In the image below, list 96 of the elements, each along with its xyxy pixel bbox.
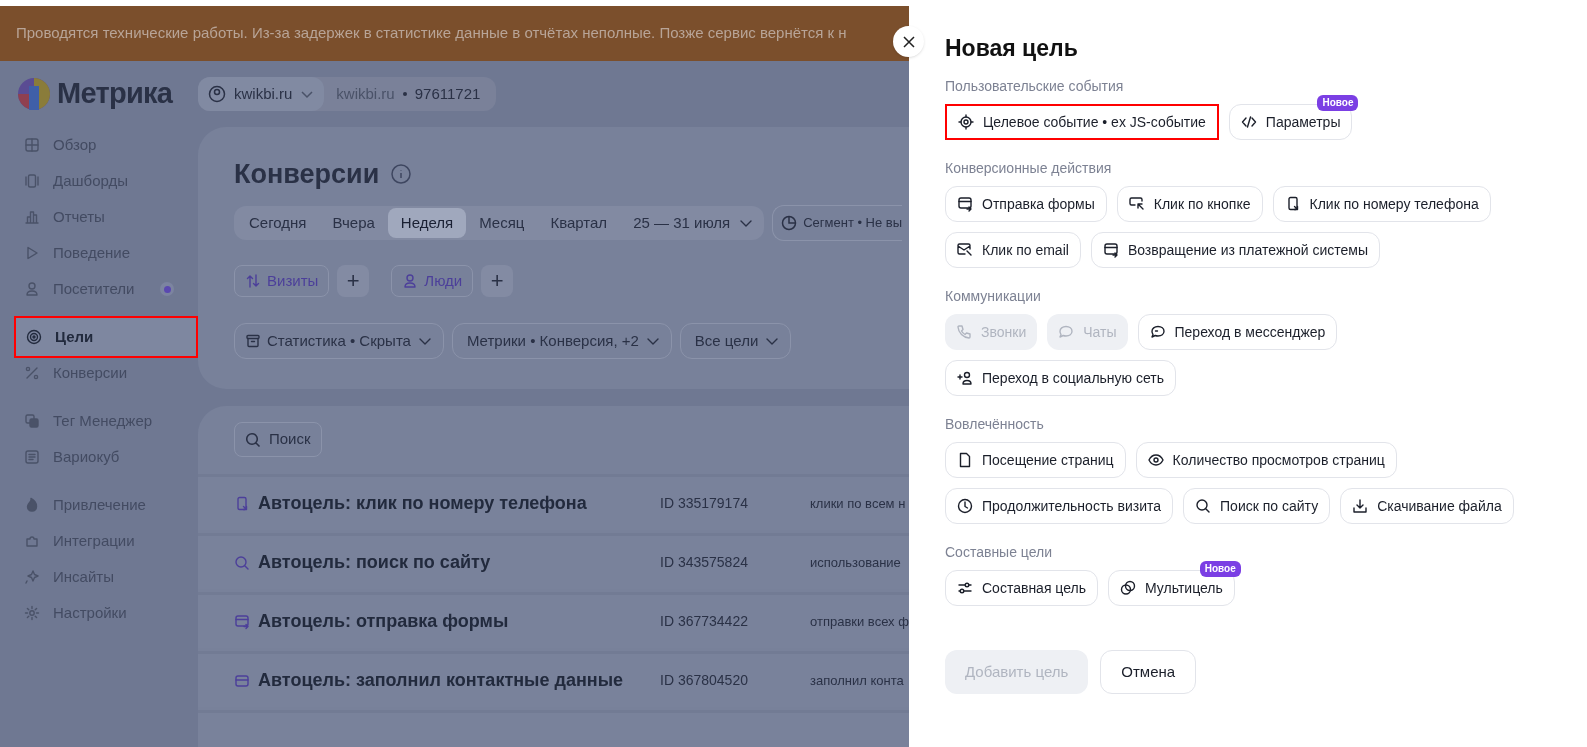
goal-id: ID 367804520	[660, 671, 749, 690]
notice-text: Проводятся технические работы. Из-за задержек в статистике данные в отчётах неполные. Позже сервис вернётся к н	[16, 23, 847, 44]
section-title: Составные цели	[945, 543, 1054, 562]
goal-type-button[interactable]: Отправка формы	[945, 186, 1107, 222]
person-add-icon	[957, 370, 973, 386]
goal-title: Автоцель: клик по номеру телефона	[258, 492, 588, 515]
target-icon	[958, 114, 974, 130]
goal-title: Автоцель: отправка формы	[258, 610, 510, 633]
cancel-button[interactable]: Отмена	[1100, 650, 1197, 694]
bar-chart-icon	[24, 209, 40, 225]
new-badge: Новое	[1199, 561, 1241, 577]
panel-title: Новая цель	[945, 34, 1079, 63]
goal-id: ID 367734422	[660, 612, 749, 631]
goal-type-button[interactable]: Переход в социальную сеть	[945, 360, 1176, 396]
envelope-icon	[957, 242, 973, 258]
goal-title: Автоцель: поиск по сайту	[258, 551, 492, 574]
goal-title: Автоцель: заполнил контактные данные	[258, 669, 625, 692]
section-title: Пользовательские события	[945, 77, 1125, 96]
sliders-icon	[957, 580, 973, 596]
grouping-button[interactable]: Визиты	[234, 265, 330, 297]
goal-type-button[interactable]: Клик по email	[945, 232, 1081, 268]
date-range-button[interactable]: 25 — 31 июля	[620, 208, 763, 238]
arrows-icon	[245, 273, 261, 289]
filter-button[interactable]: Статистика • Скрыта	[234, 323, 444, 359]
section-title: Коммуникации	[945, 287, 1042, 306]
download-icon	[1352, 498, 1369, 514]
form-icon	[234, 613, 250, 630]
period-tab[interactable]: Квартал	[537, 208, 621, 238]
person-icon	[402, 273, 419, 289]
goal-id: ID 343575824	[660, 553, 749, 572]
section-title: Конверсионные действия	[945, 159, 1113, 178]
add-button[interactable]: +	[337, 265, 370, 297]
page-title: Конверсии	[234, 157, 380, 191]
filter-button[interactable]: Метрики • Конверсия, +2	[451, 323, 672, 359]
close-icon	[902, 35, 915, 48]
sidebar-item[interactable]: Цели	[14, 316, 198, 358]
phone-handset-icon	[956, 324, 972, 340]
search-icon	[234, 554, 250, 571]
form-icon	[1102, 242, 1119, 258]
cursor-icon	[1128, 196, 1145, 212]
segment-button[interactable]: Сегмент • Не вы	[772, 205, 903, 241]
overlap-icon	[1120, 580, 1136, 596]
card-icon	[234, 672, 250, 689]
goal-type-button[interactable]: Возвращение из платежной системы	[1090, 232, 1381, 268]
goal-description: использование	[810, 553, 901, 572]
goal-type-button[interactable]: Количество просмотров страниц	[1135, 442, 1397, 478]
add-button[interactable]: +	[481, 265, 514, 297]
goal-type-button[interactable]: Клик по кнопке	[1116, 186, 1263, 222]
search-field[interactable]: Поиск	[234, 422, 322, 457]
counter-id: 97611721	[414, 83, 482, 104]
pie-icon	[781, 215, 798, 231]
code-icon	[1240, 114, 1257, 130]
goal-type-button[interactable]: Переход в мессенджер	[1137, 314, 1338, 350]
info-icon	[391, 164, 412, 184]
filter-button[interactable]: Все цели	[679, 323, 792, 359]
sparkle-icon	[24, 569, 40, 585]
grid-icon	[24, 137, 40, 153]
goal-description: клики по всем н	[810, 494, 906, 513]
form-icon	[957, 196, 973, 212]
clock-icon	[957, 498, 973, 514]
goal-type-button[interactable]: Поиск по сайту	[1183, 488, 1331, 524]
percent-icon	[24, 365, 40, 381]
list-icon	[24, 449, 40, 465]
goal-id: ID 335179174	[660, 494, 749, 513]
site-icon	[208, 85, 226, 103]
site-name: kwikbi.ru	[234, 83, 293, 104]
search-icon	[1195, 498, 1212, 514]
goal-description: отправки всех ф	[810, 612, 909, 631]
goal-type-button[interactable]: Продолжительность визита	[945, 488, 1174, 524]
eye-icon	[1147, 452, 1164, 468]
period-tab[interactable]: Неделя	[387, 208, 467, 238]
search-icon	[245, 431, 261, 448]
period-tab[interactable]: Сегодня	[236, 208, 320, 238]
squares-icon	[24, 413, 40, 429]
grouping-button[interactable]: Люди	[391, 265, 474, 297]
goal-description: заполнил конта	[810, 671, 904, 690]
person-icon	[24, 281, 40, 297]
goal-type-button[interactable]: Составная цель	[945, 570, 1098, 606]
cards-icon	[24, 173, 40, 189]
section-title: Вовлечённость	[945, 415, 1045, 434]
period-tab[interactable]: Месяц	[466, 208, 538, 238]
play-icon	[24, 245, 40, 261]
logo-text: Метрика	[57, 76, 173, 112]
phone-icon	[234, 495, 250, 512]
period-tab[interactable]: Вчера	[319, 208, 388, 238]
goal-type-button[interactable]: Посещение страниц	[945, 442, 1126, 478]
chat-icon	[1149, 324, 1166, 340]
logo-icon	[17, 77, 51, 111]
target-icon	[26, 329, 42, 345]
goal-type-button[interactable]: Клик по номеру телефона	[1272, 186, 1491, 222]
page-icon	[957, 452, 973, 468]
goal-type-button[interactable]: Целевое событие • ex JS-событие	[945, 104, 1219, 140]
new-badge: Новое	[1317, 95, 1359, 111]
goal-type-button[interactable]: Скачивание файла	[1340, 488, 1514, 524]
chat-icon	[1058, 324, 1075, 340]
box-icon	[245, 333, 261, 349]
